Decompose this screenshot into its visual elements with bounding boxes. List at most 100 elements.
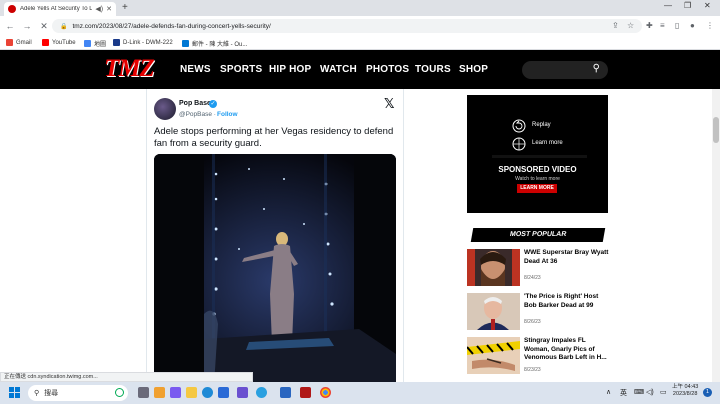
sponsored-video-ad[interactable]: Replay Learn more SPONSORED VIDEO Watch … (467, 95, 608, 213)
taskbar-clock[interactable]: 上午 04:43 2023/8/28 (672, 384, 698, 398)
bookmark-label: Gmail (16, 39, 32, 46)
task-view-icon[interactable] (138, 387, 149, 398)
popular-title[interactable]: 'The Price is Right' Host Bob Barker Dea… (524, 293, 610, 310)
widgets-icon[interactable] (154, 387, 165, 398)
file-explorer-icon[interactable] (186, 387, 197, 398)
bing-icon (115, 388, 124, 397)
share-icon[interactable]: ⇪ (612, 21, 619, 30)
bookmark-mail[interactable]: 郵件 - 陳 大維 - Ou... (182, 39, 247, 48)
address-bar[interactable]: 🔒 tmz.com/2023/08/27/adele-defends-fan-d… (52, 19, 642, 33)
google-icon (84, 40, 91, 47)
tray-chevron-icon[interactable]: ∧ (606, 388, 611, 396)
tweet-video[interactable] (154, 154, 396, 385)
follow-link[interactable]: Follow (217, 111, 238, 118)
edge-icon[interactable] (202, 387, 213, 398)
security-app-icon[interactable] (300, 387, 311, 398)
popular-thumb (467, 337, 520, 374)
store-icon[interactable] (218, 387, 229, 398)
popular-date: 8/23/23 (524, 367, 541, 373)
ime-mode-icon[interactable]: ⌨ (634, 388, 644, 396)
network-icon[interactable]: ▭ (660, 388, 667, 396)
minimize-icon[interactable]: — (664, 1, 672, 10)
nav-news[interactable]: NEWS (180, 64, 211, 75)
avatar[interactable] (154, 98, 176, 120)
nav-hip-hop[interactable]: HIP HOP (269, 64, 311, 75)
favicon-icon (8, 5, 16, 13)
bookmark-label: 郵件 - 陳 大維 - Ou... (192, 42, 248, 48)
ad-sponsored-label: SPONSORED VIDEO (498, 165, 577, 174)
x-logo-icon[interactable]: 𝕏 (384, 96, 394, 112)
ad-video-frame (467, 95, 608, 213)
ad-cta-button[interactable]: LEARN MORE (517, 184, 557, 193)
bookmark-label: D-Link - DWM-222 (123, 39, 173, 46)
tab-audio-icon[interactable]: ◀) (95, 5, 103, 13)
close-window-icon[interactable]: ✕ (704, 1, 711, 10)
url-text: tmz.com/2023/08/27/adele-defends-fan-dur… (72, 22, 271, 30)
search-icon[interactable]: ⚲ (593, 63, 600, 74)
popular-date: 8/26/23 (524, 319, 541, 325)
popular-item[interactable]: 'The Price is Right' Host Bob Barker Dea… (467, 293, 608, 331)
most-popular-heading: MOST POPULAR (470, 228, 606, 242)
search-icon: ⚲ (34, 390, 40, 397)
tweet-text: Adele stops performing at her Vegas resi… (154, 126, 394, 149)
verified-badge-icon: ✓ (209, 100, 217, 108)
clock-time: 上午 04:43 (672, 384, 699, 390)
reading-list-icon[interactable]: ≡ (660, 21, 665, 30)
notification-badge[interactable]: 1 (703, 388, 712, 397)
chat-icon[interactable] (170, 387, 181, 398)
browser-tab[interactable]: Adele Yells At Security To L ◀) ✕ (4, 2, 116, 16)
status-bar: 正在傳送 cdn.syndication.twimg.com... (0, 372, 253, 382)
youtube-icon (42, 39, 49, 46)
popular-thumb (467, 249, 520, 286)
tmz-logo[interactable]: TMZ (104, 55, 162, 83)
tab-close-icon[interactable]: ✕ (106, 5, 112, 13)
side-panel-icon[interactable]: ▯ (675, 21, 679, 30)
nav-watch[interactable]: WATCH (320, 64, 357, 75)
app-icon[interactable] (237, 387, 248, 398)
forward-icon[interactable]: → (20, 21, 34, 31)
clock-date: 2023/8/28 (672, 391, 698, 397)
new-tab-button[interactable]: + (122, 2, 128, 13)
dlink-icon (113, 39, 120, 46)
app-icon[interactable] (256, 387, 267, 398)
bookmark-label: YouTube (52, 39, 76, 46)
popular-item[interactable]: Stingray Impales FL Woman, Gnarly Pics o… (467, 337, 608, 375)
bookmarks-bar: Gmail YouTube 地圖 D-Link - DWM-222 郵件 - 陳… (0, 36, 720, 50)
maximize-icon[interactable]: ❐ (684, 1, 691, 10)
windows-start-icon[interactable] (9, 387, 20, 398)
back-icon[interactable]: ← (3, 21, 17, 31)
nav-sports[interactable]: SPORTS (220, 64, 262, 75)
volume-icon[interactable]: ◁) (646, 388, 654, 396)
bookmark-youtube[interactable]: YouTube (42, 39, 76, 46)
outlook-icon (182, 40, 189, 47)
bookmark-dlink[interactable]: D-Link - DWM-222 (113, 39, 173, 46)
site-search-input[interactable]: ⚲ (522, 61, 608, 79)
extensions-icon[interactable]: ✚ (646, 21, 653, 30)
popular-title[interactable]: WWE Superstar Bray Wyatt Dead At 36 (524, 249, 610, 266)
scrollbar-thumb[interactable] (713, 117, 719, 143)
nav-tours[interactable]: TOURS (415, 64, 451, 75)
taskbar-search-label: 搜尋 (44, 390, 59, 397)
word-icon[interactable] (280, 387, 291, 398)
tweet-author-name[interactable]: Pop Base (179, 100, 211, 107)
ad-watch-label: Watch to learn more (515, 176, 560, 182)
ad-learn-more-link[interactable]: Learn more (532, 140, 563, 146)
concert-video-frame (154, 154, 396, 385)
chrome-icon[interactable] (320, 387, 331, 398)
bookmark-star-icon[interactable]: ☆ (627, 21, 634, 30)
nav-photos[interactable]: PHOTOS (366, 64, 409, 75)
gmail-icon (6, 39, 13, 46)
taskbar-search[interactable]: ⚲ 搜尋 (28, 385, 128, 401)
bookmark-gmail[interactable]: Gmail (6, 39, 32, 46)
popular-item[interactable]: WWE Superstar Bray Wyatt Dead At 36 8/24… (467, 249, 608, 287)
profile-avatar-icon[interactable]: ● (690, 21, 695, 30)
reload-icon[interactable]: ✕ (37, 21, 51, 32)
ad-replay-label[interactable]: Replay (532, 122, 551, 128)
bookmark-maps[interactable]: 地圖 (84, 39, 106, 48)
nav-shop[interactable]: SHOP (459, 64, 488, 75)
tweet-author-handle[interactable]: @PopBase · (179, 111, 216, 118)
ime-indicator[interactable]: 英 (620, 388, 627, 398)
lock-icon: 🔒 (60, 23, 68, 30)
popular-title[interactable]: Stingray Impales FL Woman, Gnarly Pics o… (524, 337, 610, 363)
menu-icon[interactable]: ⋮ (706, 21, 714, 30)
